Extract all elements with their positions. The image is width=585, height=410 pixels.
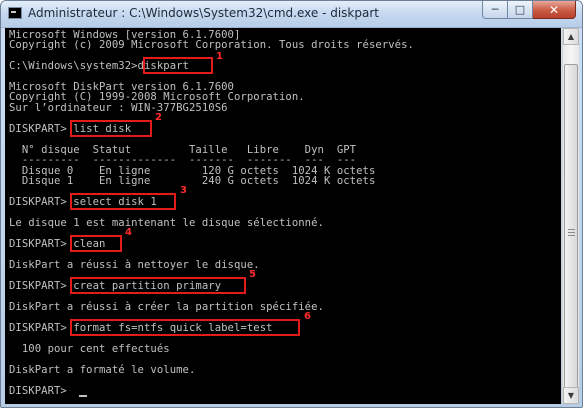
window-title: Administrateur : C:\Windows\System32\cmd…	[28, 6, 379, 20]
highlight-box-creat-partition	[70, 277, 246, 294]
cmd-app-icon[interactable]	[8, 7, 22, 19]
console-output[interactable]: Microsoft Windows [version 6.1.7600] Cop…	[5, 28, 561, 404]
close-button[interactable]: ✕	[533, 1, 576, 19]
cmd-window: Administrateur : C:\Windows\System32\cmd…	[0, 0, 583, 408]
console-line: Le disque 1 est maintenant le disque sél…	[9, 217, 324, 229]
highlight-box-format	[70, 319, 300, 336]
step-number: 2	[155, 112, 162, 123]
grip-line	[568, 229, 575, 230]
scroll-down-button[interactable]: ▼	[563, 387, 579, 404]
grip-line	[568, 232, 575, 233]
console-line: DiskPart a réussi à nettoyer le disque.	[9, 259, 260, 271]
console-line: Sur l’ordinateur : WIN-377BG2510S6	[9, 102, 228, 114]
console-line: Disque 1 En ligne 240 G octets 1024 K oc…	[9, 175, 376, 187]
window-controls: ─ □ ✕	[482, 1, 576, 20]
highlight-box-select-disk	[70, 193, 176, 210]
text-cursor	[79, 395, 87, 397]
step-number: 6	[304, 311, 311, 322]
chevron-down-icon: ▼	[567, 391, 575, 400]
scroll-up-button[interactable]: ▲	[563, 28, 579, 45]
vertical-scrollbar[interactable]: ▲ ▼	[562, 28, 579, 404]
console-line: Copyright (c) 2009 Microsoft Corporation…	[9, 39, 414, 51]
minimize-icon: ─	[491, 3, 499, 16]
step-number: 1	[216, 51, 223, 62]
console-line: DiskPart a réussi à créer la partition s…	[9, 301, 324, 313]
maximize-button[interactable]: □	[508, 1, 533, 19]
highlight-box-diskpart	[143, 57, 213, 74]
highlight-box-clean	[70, 235, 122, 252]
grip-line	[568, 235, 575, 236]
console-line: DiskPart a formaté le volume.	[9, 364, 196, 376]
console-line: 100 pour cent effectués	[9, 343, 170, 355]
console-prompt-line: DISKPART>	[9, 385, 74, 397]
close-icon: ✕	[548, 2, 560, 17]
minimize-button[interactable]: ─	[482, 1, 508, 19]
maximize-icon: □	[514, 3, 526, 16]
step-number: 4	[125, 227, 132, 238]
title-bar[interactable]: Administrateur : C:\Windows\System32\cmd…	[1, 1, 582, 28]
step-number: 3	[180, 185, 187, 196]
step-number: 5	[249, 269, 256, 280]
chevron-up-icon: ▲	[567, 32, 575, 41]
highlight-box-list-disk	[70, 120, 152, 137]
scroll-thumb[interactable]	[564, 64, 578, 401]
